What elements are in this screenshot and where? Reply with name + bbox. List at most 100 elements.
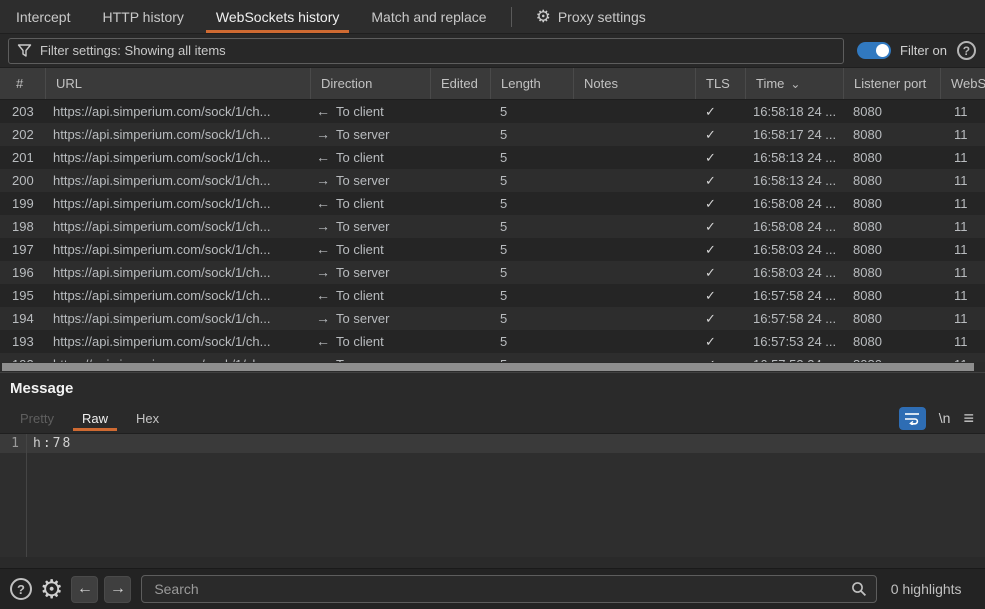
magnifier-icon[interactable] <box>851 581 867 597</box>
message-editor[interactable]: 1 h:78 <box>0 433 985 557</box>
direction-arrow-icon: ← <box>316 330 330 353</box>
funnel-icon <box>17 43 32 58</box>
row-websocket-id: 11 <box>940 330 985 353</box>
editor-line: 1 h:78 <box>0 434 985 453</box>
row-url: https://api.simperium.com/sock/1/ch... <box>45 284 310 307</box>
tls-check-icon: ✓ <box>695 169 745 192</box>
row-notes <box>573 215 695 238</box>
message-panel: Message Pretty Raw Hex \n ≡ 1 h:78 <box>0 372 985 568</box>
row-edited <box>430 284 490 307</box>
tab-proxy-settings[interactable]: ⚙ Proxy settings <box>520 0 662 33</box>
row-websocket-id: 11 <box>940 169 985 192</box>
table-row[interactable]: 196 https://api.simperium.com/sock/1/ch.… <box>0 261 985 284</box>
horizontal-scrollbar-thumb[interactable] <box>2 363 974 371</box>
row-edited <box>430 169 490 192</box>
row-url: https://api.simperium.com/sock/1/ch... <box>45 100 310 123</box>
row-time: 16:58:03 24 ... <box>745 261 843 284</box>
table-row[interactable]: 200 https://api.simperium.com/sock/1/ch.… <box>0 169 985 192</box>
table-row[interactable]: 193 https://api.simperium.com/sock/1/ch.… <box>0 330 985 353</box>
row-length: 5 <box>490 123 573 146</box>
table-row[interactable]: 199 https://api.simperium.com/sock/1/ch.… <box>0 192 985 215</box>
table-row[interactable]: 198 https://api.simperium.com/sock/1/ch.… <box>0 215 985 238</box>
row-notes <box>573 123 695 146</box>
row-edited <box>430 123 490 146</box>
row-notes <box>573 330 695 353</box>
tab-websockets-history[interactable]: WebSockets history <box>200 0 355 33</box>
column-header-listener-port[interactable]: Listener port <box>843 68 940 99</box>
table-row[interactable]: 197 https://api.simperium.com/sock/1/ch.… <box>0 238 985 261</box>
row-time: 16:58:13 24 ... <box>745 146 843 169</box>
direction-arrow-icon: ← <box>316 284 330 307</box>
table-row[interactable]: 201 https://api.simperium.com/sock/1/ch.… <box>0 146 985 169</box>
tab-intercept[interactable]: Intercept <box>0 0 86 33</box>
row-edited <box>430 353 490 362</box>
column-header-length[interactable]: Length <box>490 68 573 99</box>
column-header-websocket[interactable]: WebS <box>940 68 985 99</box>
horizontal-scrollbar[interactable] <box>0 362 985 372</box>
word-wrap-button[interactable] <box>899 407 926 430</box>
tab-hex[interactable]: Hex <box>127 403 168 433</box>
row-edited <box>430 307 490 330</box>
row-number: 199 <box>0 192 45 215</box>
toggle-knob <box>876 44 889 57</box>
row-url: https://api.simperium.com/sock/1/ch... <box>45 192 310 215</box>
direction-arrow-icon: → <box>316 261 330 284</box>
column-header-number[interactable]: # <box>0 68 45 99</box>
column-header-url[interactable]: URL <box>45 68 310 99</box>
row-listener-port: 8080 <box>843 192 940 215</box>
table-row[interactable]: 194 https://api.simperium.com/sock/1/ch.… <box>0 307 985 330</box>
row-number: 202 <box>0 123 45 146</box>
row-length: 5 <box>490 192 573 215</box>
filter-on-label: Filter on <box>900 43 947 58</box>
direction-arrow-icon: → <box>316 307 330 330</box>
row-websocket-id: 11 <box>940 123 985 146</box>
row-websocket-id: 11 <box>940 215 985 238</box>
tls-check-icon: ✓ <box>695 238 745 261</box>
row-direction: To client <box>336 242 384 257</box>
table-row[interactable]: 203 https://api.simperium.com/sock/1/ch.… <box>0 100 985 123</box>
filter-settings-bar[interactable]: Filter settings: Showing all items <box>8 38 844 64</box>
message-toolbar: \n ≡ <box>899 403 973 433</box>
tab-match-and-replace[interactable]: Match and replace <box>355 0 502 33</box>
column-header-edited[interactable]: Edited <box>430 68 490 99</box>
table-body: 203 https://api.simperium.com/sock/1/ch.… <box>0 100 985 362</box>
previous-match-button[interactable]: ← <box>71 576 98 603</box>
tab-raw[interactable]: Raw <box>73 403 117 433</box>
filter-on-toggle[interactable] <box>857 42 891 59</box>
search-field-wrap <box>141 575 877 603</box>
search-help-icon[interactable]: ? <box>10 578 32 600</box>
next-match-button[interactable]: → <box>104 576 131 603</box>
table-row[interactable]: 195 https://api.simperium.com/sock/1/ch.… <box>0 284 985 307</box>
column-header-direction[interactable]: Direction <box>310 68 430 99</box>
table-row[interactable]: 202 https://api.simperium.com/sock/1/ch.… <box>0 123 985 146</box>
row-number: 198 <box>0 215 45 238</box>
row-url: https://api.simperium.com/sock/1/ch... <box>45 353 310 362</box>
column-header-time[interactable]: Time ⌄ <box>745 68 843 99</box>
show-newlines-toggle[interactable]: \n <box>939 410 951 426</box>
row-websocket-id: 11 <box>940 146 985 169</box>
row-number: 193 <box>0 330 45 353</box>
proxy-settings-label: Proxy settings <box>558 9 646 25</box>
row-listener-port: 8080 <box>843 100 940 123</box>
line-number: 1 <box>0 434 26 453</box>
direction-arrow-icon: ← <box>316 192 330 215</box>
row-time: 16:57:53 24 ... <box>745 353 843 362</box>
row-time: 16:58:08 24 ... <box>745 192 843 215</box>
search-settings-gear-icon[interactable]: ⚙ <box>40 576 63 602</box>
row-listener-port: 8080 <box>843 238 940 261</box>
tab-http-history[interactable]: HTTP history <box>86 0 199 33</box>
row-length: 5 <box>490 284 573 307</box>
hamburger-menu-icon[interactable]: ≡ <box>963 408 973 429</box>
search-input[interactable] <box>141 575 877 603</box>
row-listener-port: 8080 <box>843 215 940 238</box>
row-number: 203 <box>0 100 45 123</box>
help-icon[interactable]: ? <box>957 41 976 60</box>
row-time: 16:57:53 24 ... <box>745 330 843 353</box>
row-time: 16:58:13 24 ... <box>745 169 843 192</box>
table-row[interactable]: 192 https://api.simperium.com/sock/1/ch.… <box>0 353 985 362</box>
column-header-notes[interactable]: Notes <box>573 68 695 99</box>
tab-pretty[interactable]: Pretty <box>11 403 63 433</box>
column-header-tls[interactable]: TLS <box>695 68 745 99</box>
row-time: 16:58:18 24 ... <box>745 100 843 123</box>
message-tab-bar: Pretty Raw Hex \n ≡ <box>0 403 985 433</box>
